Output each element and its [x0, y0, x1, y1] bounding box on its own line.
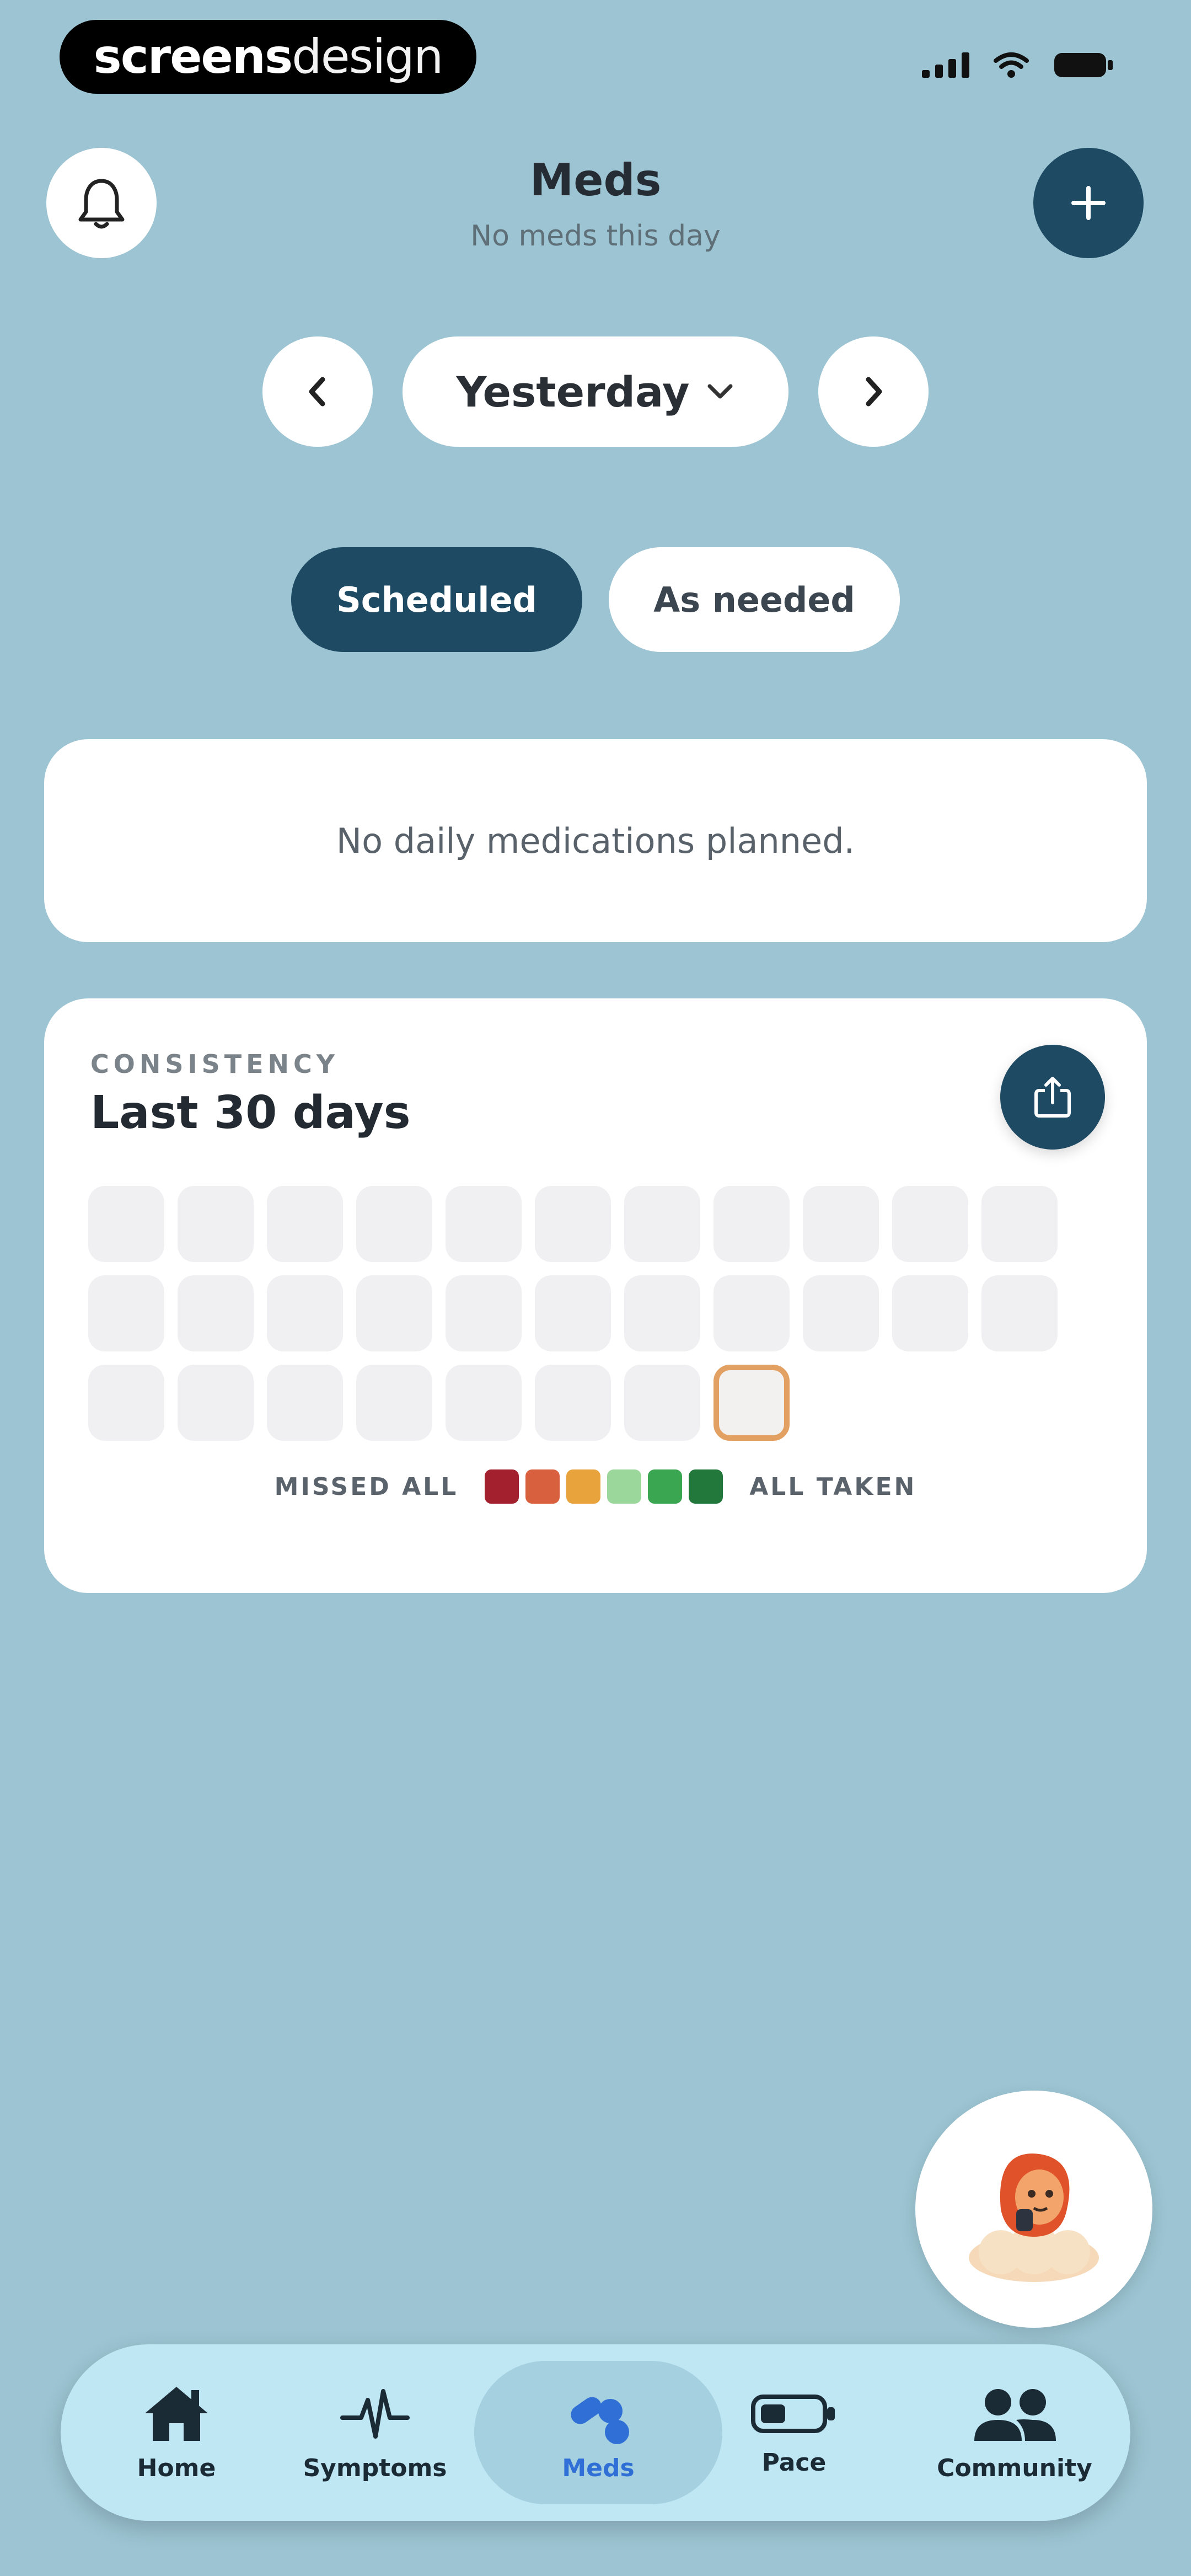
legend-swatches: [485, 1469, 723, 1504]
nav-pace[interactable]: Pace: [700, 2344, 888, 2521]
legend-swatch: [648, 1469, 683, 1504]
battery-icon: [751, 2394, 835, 2433]
tab-scheduled[interactable]: Scheduled: [291, 547, 582, 652]
share-button[interactable]: [1000, 1045, 1105, 1150]
day-cell[interactable]: [446, 1365, 522, 1441]
day-cell[interactable]: [892, 1275, 968, 1351]
nav-community[interactable]: Community: [921, 2344, 1108, 2521]
day-cell[interactable]: [356, 1186, 432, 1262]
home-icon: [145, 2386, 208, 2441]
tab-as-needed[interactable]: As needed: [609, 547, 900, 652]
brand-text-light: design: [292, 29, 443, 84]
brand-text-bold: screens: [93, 29, 293, 84]
nav-home[interactable]: Home: [83, 2344, 270, 2521]
consistency-grid: [88, 1186, 1058, 1441]
day-cell[interactable]: [803, 1275, 879, 1351]
battery-status-icon: [1054, 53, 1113, 77]
page-title: Meds: [529, 154, 662, 206]
empty-state-card: No daily medications planned.: [44, 739, 1147, 942]
wifi-icon: [994, 52, 1029, 78]
day-cell[interactable]: [356, 1275, 432, 1351]
day-cell[interactable]: [624, 1186, 700, 1262]
legend-swatch: [689, 1469, 723, 1504]
nav-community-label: Community: [937, 2454, 1092, 2482]
empty-state-text: No daily medications planned.: [336, 820, 855, 861]
day-cell[interactable]: [535, 1186, 611, 1262]
day-cell[interactable]: [356, 1365, 432, 1441]
day-cell[interactable]: [88, 1365, 164, 1441]
nav-home-label: Home: [137, 2454, 216, 2482]
day-cell[interactable]: [713, 1275, 790, 1351]
consistency-eyebrow: CONSISTENCY: [90, 1049, 340, 1079]
chevron-right-icon: [866, 377, 882, 407]
day-cell[interactable]: [88, 1186, 164, 1262]
day-cell[interactable]: [981, 1186, 1058, 1262]
consistency-title: Last 30 days: [90, 1087, 411, 1139]
page-subtitle: No meds this day: [470, 220, 721, 253]
day-cell[interactable]: [446, 1186, 522, 1262]
nav-symptoms-label: Symptoms: [303, 2454, 447, 2482]
bottom-navigation: Home Symptoms Meds Pace Community: [61, 2344, 1130, 2521]
day-cell[interactable]: [267, 1275, 343, 1351]
day-cell[interactable]: [892, 1186, 968, 1262]
date-selector[interactable]: Yesterday: [403, 336, 788, 447]
consistency-card: CONSISTENCY Last 30 days MISSED ALL ALL …: [44, 998, 1147, 1593]
day-cell[interactable]: [713, 1186, 790, 1262]
signal-icon: [922, 52, 969, 78]
nav-meds-label: Meds: [562, 2454, 635, 2482]
day-cell[interactable]: [981, 1275, 1058, 1351]
legend-missed-label: MISSED ALL: [274, 1472, 459, 1501]
pills-icon: [571, 2397, 629, 2444]
add-med-button[interactable]: [1033, 148, 1144, 258]
share-icon: [1034, 1077, 1071, 1118]
previous-day-button[interactable]: [262, 336, 373, 447]
legend-taken-label: ALL TAKEN: [749, 1472, 917, 1501]
nav-symptoms[interactable]: Symptoms: [281, 2344, 469, 2521]
day-cell[interactable]: [803, 1186, 879, 1262]
day-cell[interactable]: [88, 1275, 164, 1351]
day-cell[interactable]: [267, 1186, 343, 1262]
day-cell[interactable]: [624, 1275, 700, 1351]
chevron-down-icon: [707, 384, 733, 399]
people-icon: [974, 2388, 1056, 2441]
brand-badge: screens design: [60, 20, 476, 94]
next-day-button[interactable]: [818, 336, 929, 447]
assistant-mascot-button[interactable]: [915, 2091, 1152, 2328]
plus-icon: [1071, 186, 1106, 220]
nav-pace-label: Pace: [761, 2448, 827, 2477]
day-cell[interactable]: [535, 1365, 611, 1441]
day-cell[interactable]: [267, 1365, 343, 1441]
day-cell[interactable]: [624, 1365, 700, 1441]
date-label: Yesterday: [456, 367, 690, 416]
nav-meds[interactable]: Meds: [474, 2361, 722, 2504]
legend-swatch: [525, 1469, 560, 1504]
heartbeat-icon: [340, 2388, 410, 2439]
legend-swatch: [566, 1469, 601, 1504]
legend-swatch: [607, 1469, 642, 1504]
day-cell[interactable]: [178, 1365, 254, 1441]
day-cell[interactable]: [178, 1186, 254, 1262]
chevron-left-icon: [309, 377, 325, 407]
day-cell[interactable]: [535, 1275, 611, 1351]
day-cell[interactable]: [446, 1275, 522, 1351]
day-cell-today[interactable]: [713, 1365, 790, 1441]
status-icons: [922, 51, 1114, 79]
consistency-legend: MISSED ALL ALL TAKEN: [44, 1469, 1147, 1504]
day-cell[interactable]: [178, 1275, 254, 1351]
mascot-icon: [969, 2153, 1099, 2282]
legend-swatch: [485, 1469, 519, 1504]
